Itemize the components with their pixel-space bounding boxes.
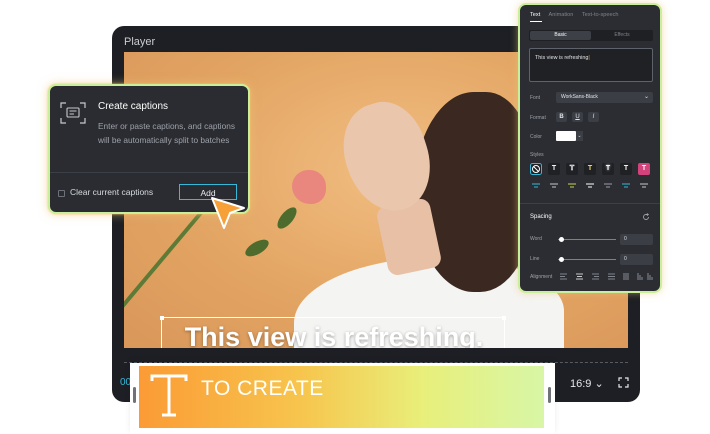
aspect-ratio-label: 16:9 xyxy=(570,378,592,390)
spacing-heading: Spacing xyxy=(530,214,552,220)
resize-handle[interactable] xyxy=(502,316,506,320)
divider xyxy=(50,172,248,173)
subtab-switch: Basic Effects xyxy=(529,30,653,41)
divider xyxy=(520,203,660,204)
style-preset[interactable]: T xyxy=(566,163,578,175)
chevron-down-icon[interactable]: ⌄ xyxy=(576,131,583,141)
bold-button[interactable]: B xyxy=(556,112,567,122)
caption-selection-box[interactable]: This view is refreshing. xyxy=(160,316,506,348)
captions-card-description: Enter or paste captions, and captions wi… xyxy=(98,121,235,145)
style-preset[interactable]: T xyxy=(584,163,596,175)
fullscreen-icon[interactable] xyxy=(618,377,629,388)
font-select[interactable]: WorkSans-Black ⌄ xyxy=(556,92,653,103)
italic-button[interactable]: I xyxy=(588,112,599,122)
underline-button[interactable]: U xyxy=(572,112,583,122)
alignment-options[interactable] xyxy=(560,273,654,280)
styles-label: Styles xyxy=(530,152,544,158)
create-captions-card: Create captions Enter or paste captions,… xyxy=(48,84,250,214)
word-spacing-slider[interactable] xyxy=(558,239,616,240)
tab-text-to-speech[interactable]: Text-to-speech xyxy=(582,12,619,18)
reset-icon[interactable] xyxy=(642,213,650,221)
text-t-icon xyxy=(150,374,188,417)
player-title: Player xyxy=(124,36,156,48)
subtab-effects[interactable]: Effects xyxy=(593,31,651,40)
panel-tabs: Text Animation Text-to-speech xyxy=(530,12,626,18)
text-template-preview[interactable]: TO CREATE xyxy=(139,366,544,428)
text-template-card[interactable]: TO CREATE xyxy=(130,363,555,434)
drag-handle[interactable] xyxy=(133,387,136,403)
drag-handle[interactable] xyxy=(548,387,551,403)
line-spacing-input[interactable]: 0 xyxy=(620,254,653,265)
word-spacing-knob[interactable] xyxy=(559,237,564,242)
color-swatch[interactable] xyxy=(556,131,576,141)
text-caret: | xyxy=(588,55,590,61)
captions-icon xyxy=(60,102,86,124)
no-style-icon[interactable] xyxy=(530,163,542,175)
font-label: Font xyxy=(530,95,541,101)
text-properties-panel: Text Animation Text-to-speech Basic Effe… xyxy=(518,3,662,293)
color-label: Color xyxy=(530,134,542,140)
rose-flower xyxy=(292,170,326,204)
tab-text[interactable]: Text xyxy=(530,12,540,18)
line-spacing-slider[interactable] xyxy=(558,259,616,260)
font-value: WorkSans-Black xyxy=(561,94,598,100)
word-spacing-label: Word xyxy=(530,236,542,242)
chevron-down-icon: ⌄ xyxy=(643,94,649,100)
cursor-arrow-icon xyxy=(211,197,245,229)
line-spacing-label: Line xyxy=(530,256,540,262)
clear-captions-checkbox[interactable] xyxy=(58,190,65,197)
word-spacing-input[interactable]: 0 xyxy=(620,234,653,245)
style-preset[interactable]: T xyxy=(602,163,614,175)
style-preset[interactable]: T xyxy=(638,163,650,175)
caption-text-value: This view is refreshing xyxy=(535,55,589,61)
clear-captions-label[interactable]: Clear current captions xyxy=(70,187,153,197)
caption-text[interactable]: This view is refreshing. xyxy=(162,322,506,348)
template-text: TO CREATE xyxy=(201,377,324,400)
active-tab-indicator xyxy=(530,21,542,22)
style-presets-row-2[interactable] xyxy=(532,183,652,189)
aspect-ratio-selector[interactable]: 16:9 ⌄ xyxy=(570,377,604,390)
resize-handle[interactable] xyxy=(160,316,164,320)
tab-animation[interactable]: Animation xyxy=(549,12,574,18)
style-preset[interactable]: T xyxy=(548,163,560,175)
style-preset[interactable]: T xyxy=(620,163,632,175)
format-label: Format xyxy=(530,115,546,121)
alignment-label: Alignment xyxy=(530,274,553,280)
chevron-down-icon: ⌄ xyxy=(594,378,604,390)
captions-card-title: Create captions xyxy=(98,101,169,112)
caption-text-input[interactable]: This view is refreshing| xyxy=(529,48,653,82)
line-spacing-knob[interactable] xyxy=(559,257,564,262)
subtab-basic[interactable]: Basic xyxy=(530,31,591,40)
